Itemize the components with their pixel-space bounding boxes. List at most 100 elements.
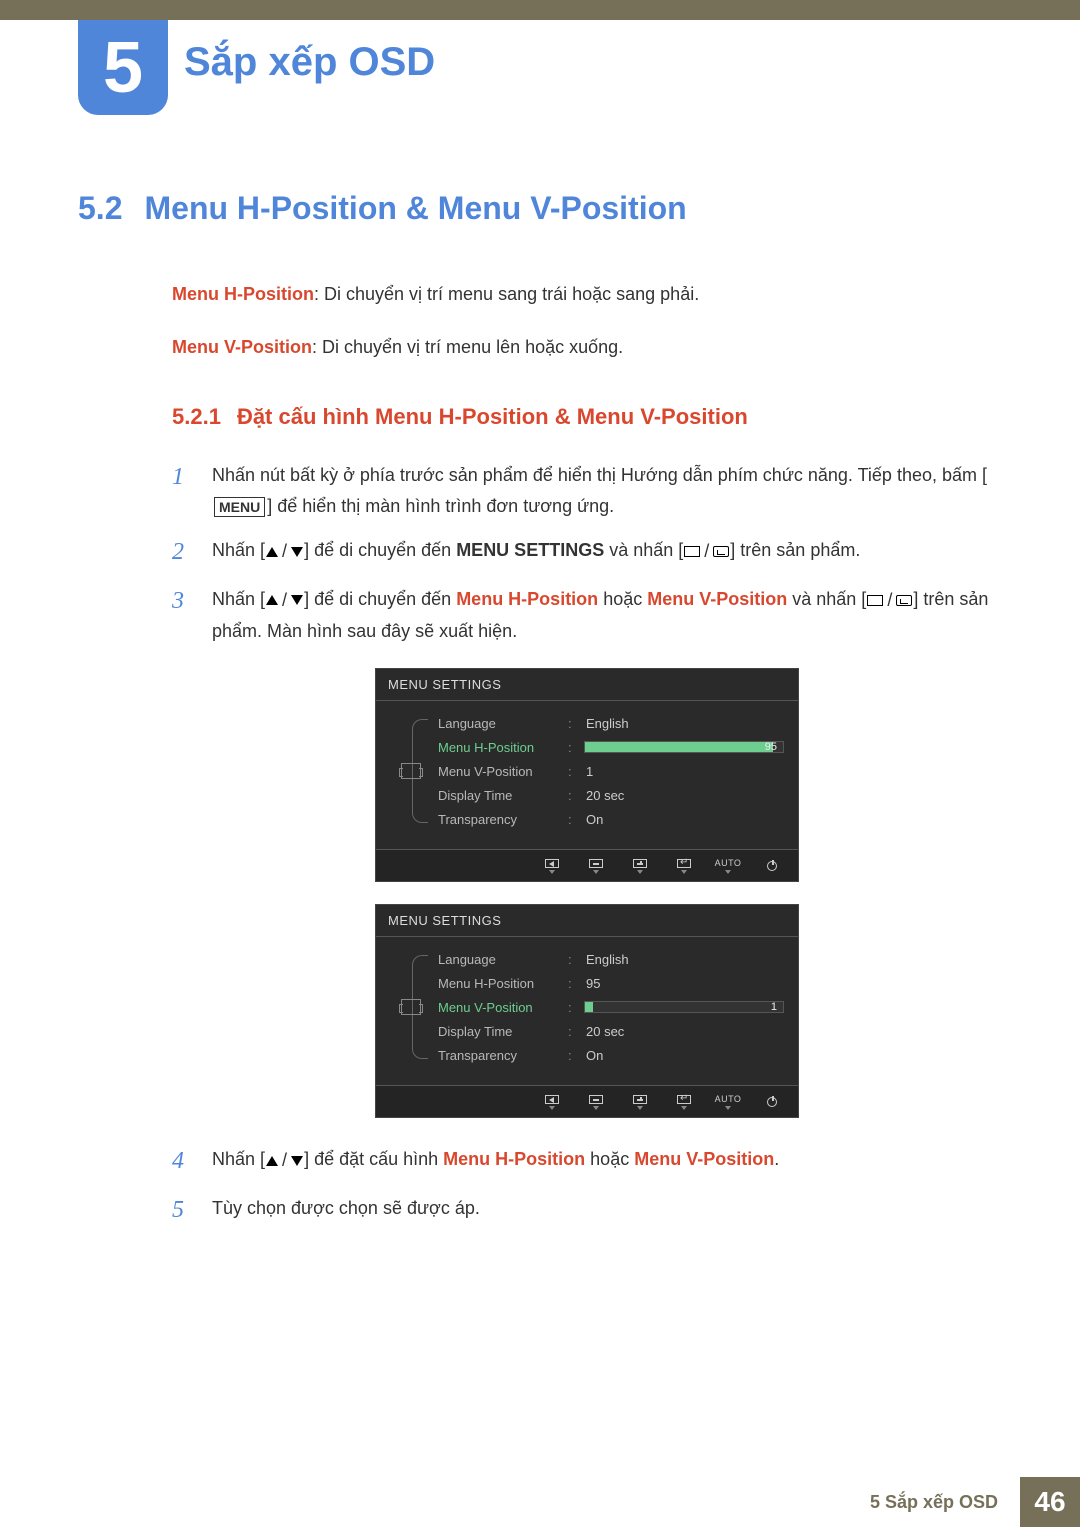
osd-row-vpos: Menu V-Position : 1 <box>432 759 784 783</box>
osd-row-display-time: Display Time : 20 sec <box>432 783 784 807</box>
osd-footer-buttons: AUTO <box>376 1085 798 1117</box>
power-icon <box>762 860 782 872</box>
step-2: 2 Nhấn [/] để di chuyển đến MENU SETTING… <box>172 535 1002 570</box>
step2-pre: Nhấn [ <box>212 540 265 560</box>
top-accent-bar <box>0 0 1080 20</box>
osd-label: Menu V-Position <box>432 764 560 779</box>
osd-value: On <box>584 1048 603 1063</box>
term-v-position: Menu V-Position <box>172 337 312 357</box>
step1-pre: Nhấn nút bất kỳ ở phía trước sản phẩm để… <box>212 465 987 485</box>
step4-post: . <box>774 1149 779 1169</box>
menu-v-position-label: Menu V-Position <box>634 1149 774 1169</box>
osd-side-grouping <box>390 711 432 831</box>
step-text: Nhấn [/] để di chuyển đến Menu H-Positio… <box>212 584 1002 646</box>
step3-pre: Nhấn [ <box>212 589 265 609</box>
osd-label: Transparency <box>432 1048 560 1063</box>
osd-label: Language <box>432 716 560 731</box>
display-icon <box>401 763 421 779</box>
osd-rows: Language : English Menu H-Position : 95 … <box>432 947 784 1067</box>
osd-row-transparency: Transparency : On <box>432 1043 784 1067</box>
menu-h-position-label: Menu H-Position <box>443 1149 585 1169</box>
section-number: 5.2 <box>78 190 122 227</box>
step-number: 1 <box>172 460 194 521</box>
step3-p1: và nhấn [ <box>787 589 866 609</box>
menu-button-label: MENU <box>214 497 265 517</box>
osd-panel-vpos: MENU SETTINGS Language : English Menu <box>375 904 799 1118</box>
osd-label: Display Time <box>432 1024 560 1039</box>
osd-label: Menu V-Position <box>432 1000 560 1015</box>
step-number: 5 <box>172 1193 194 1228</box>
steps-list: 1 Nhấn nút bất kỳ ở phía trước sản phẩm … <box>172 460 1002 1228</box>
step-5: 5 Tùy chọn được chọn sẽ được áp. <box>172 1193 1002 1228</box>
section-heading: 5.2 Menu H-Position & Menu V-Position <box>78 190 1002 227</box>
source-enter-icon: / <box>867 585 912 616</box>
arrows-up-down-icon: / <box>266 1145 303 1176</box>
osd-row-vpos-selected: Menu V-Position : 1 <box>432 995 784 1019</box>
osd-value: 20 sec <box>584 788 624 803</box>
step-text: Tùy chọn được chọn sẽ được áp. <box>212 1193 1002 1228</box>
step-4: 4 Nhấn [/] để đặt cấu hình Menu H-Positi… <box>172 1144 1002 1179</box>
subsection-title: Đặt cấu hình Menu H-Position & Menu V-Po… <box>237 404 748 430</box>
step2-mid: ] để di chuyển đến <box>304 540 456 560</box>
chapter-title: Sắp xếp OSD <box>184 40 435 85</box>
osd-row-transparency: Transparency : On <box>432 807 784 831</box>
step-1: 1 Nhấn nút bất kỳ ở phía trước sản phẩm … <box>172 460 1002 521</box>
osd-value: 1 <box>584 764 593 779</box>
step2-p1: và nhấn [ <box>604 540 683 560</box>
subsection-number: 5.2.1 <box>172 404 221 430</box>
step-number: 3 <box>172 584 194 646</box>
description-line-1: Menu H-Position: Di chuyển vị trí menu s… <box>172 279 1002 310</box>
minus-icon <box>586 1093 606 1110</box>
step3-mid: ] để di chuyển đến <box>304 589 456 609</box>
step-text: Nhấn [/] để đặt cấu hình Menu H-Position… <box>212 1144 1002 1179</box>
step4-or: hoặc <box>585 1149 634 1169</box>
osd-title: MENU SETTINGS <box>376 905 798 937</box>
back-icon <box>542 1093 562 1110</box>
menu-settings-label: MENU SETTINGS <box>456 540 604 560</box>
desc-text-2: : Di chuyển vị trí menu lên hoặc xuống. <box>312 337 623 357</box>
osd-value: On <box>584 812 603 827</box>
osd-rows: Language : English Menu H-Position : 95 <box>432 711 784 831</box>
osd-side-grouping <box>390 947 432 1067</box>
step3-or: hoặc <box>598 589 647 609</box>
step-text: Nhấn [/] để di chuyển đến MENU SETTINGS … <box>212 535 1002 570</box>
osd-screenshots: MENU SETTINGS Language : English Menu <box>172 668 1002 1118</box>
auto-icon: AUTO <box>718 1093 738 1110</box>
osd-slider-hpos: 95 <box>584 741 784 753</box>
osd-row-hpos-selected: Menu H-Position : 95 <box>432 735 784 759</box>
osd-value: English <box>584 952 629 967</box>
footer-chapter-label: 5 Sắp xếp OSD <box>848 1477 1020 1527</box>
page-number: 46 <box>1020 1477 1080 1527</box>
enter-icon <box>674 1093 694 1110</box>
osd-footer-buttons: AUTO <box>376 849 798 881</box>
osd-panel-hpos: MENU SETTINGS Language : English Menu <box>375 668 799 882</box>
term-h-position: Menu H-Position <box>172 284 314 304</box>
plus-icon <box>630 857 650 874</box>
osd-label: Menu H-Position <box>432 740 560 755</box>
desc-text-1: : Di chuyển vị trí menu sang trái hoặc s… <box>314 284 699 304</box>
slider-fill <box>585 742 773 752</box>
subsection-heading: 5.2.1 Đặt cấu hình Menu H-Position & Men… <box>172 404 1002 430</box>
osd-value: 95 <box>584 976 600 991</box>
description-block: Menu H-Position: Di chuyển vị trí menu s… <box>172 279 1002 362</box>
step-number: 4 <box>172 1144 194 1179</box>
step-number: 2 <box>172 535 194 570</box>
osd-slider-vpos: 1 <box>584 1001 784 1013</box>
osd-label: Menu H-Position <box>432 976 560 991</box>
step-3: 3 Nhấn [/] để di chuyển đến Menu H-Posit… <box>172 584 1002 646</box>
osd-label: Language <box>432 952 560 967</box>
osd-label: Display Time <box>432 788 560 803</box>
arrows-up-down-icon: / <box>266 585 303 616</box>
back-icon <box>542 857 562 874</box>
osd-title: MENU SETTINGS <box>376 669 798 701</box>
step2-p2: ] trên sản phẩm. <box>730 540 860 560</box>
arrows-up-down-icon: / <box>266 536 303 567</box>
slider-fill <box>585 1002 593 1012</box>
step4-pre: Nhấn [ <box>212 1149 265 1169</box>
display-icon <box>401 999 421 1015</box>
osd-value: 20 sec <box>584 1024 624 1039</box>
minus-icon <box>586 857 606 874</box>
slider-value: 1 <box>771 1001 777 1013</box>
page-content: 5.2 Menu H-Position & Menu V-Position Me… <box>78 190 1002 1242</box>
osd-row-language: Language : English <box>432 711 784 735</box>
